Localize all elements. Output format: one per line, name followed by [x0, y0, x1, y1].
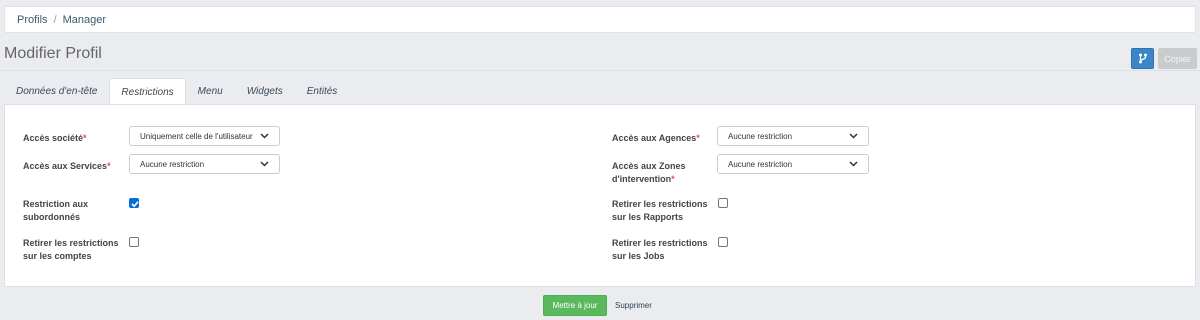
tab-entites[interactable]: Entités: [295, 78, 350, 104]
required-marker: *: [83, 133, 87, 143]
tab-widgets[interactable]: Widgets: [235, 78, 295, 104]
chevron-down-icon: [260, 133, 269, 139]
retirer-rapports-label: Retirer les restrictions sur les Rapport…: [612, 199, 708, 222]
acces-societe-select[interactable]: Uniquement celle de l'utilisateur: [129, 126, 280, 146]
breadcrumb: Profils / Manager: [4, 6, 1196, 33]
acces-zones-select[interactable]: Aucune restriction: [717, 154, 869, 174]
tab-restrictions[interactable]: Restrictions: [109, 78, 186, 105]
acces-agences-value: Aucune restriction: [728, 131, 793, 141]
check-icon: [131, 201, 139, 208]
retirer-jobs-label: Retirer les restrictions sur les Jobs: [612, 238, 708, 261]
breadcrumb-item-profils[interactable]: Profils: [17, 14, 48, 26]
required-marker: *: [696, 133, 700, 143]
acces-services-label: Accès aux Services*: [23, 161, 111, 171]
acces-societe-label: Accès société*: [23, 133, 87, 143]
chevron-down-icon: [849, 133, 858, 139]
tab-bar: Données d'en-tête Restrictions Menu Widg…: [4, 78, 350, 105]
acces-agences-select[interactable]: Aucune restriction: [717, 126, 869, 146]
title-divider: [0, 70, 1200, 71]
acces-services-value: Aucune restriction: [140, 159, 205, 169]
acces-societe-value: Uniquement celle de l'utilisateur: [140, 131, 253, 141]
retirer-jobs-checkbox[interactable]: [718, 237, 728, 247]
branch-button[interactable]: [1131, 48, 1154, 69]
branch-icon: [1138, 53, 1147, 64]
breadcrumb-item-manager: Manager: [62, 13, 107, 26]
chevron-down-icon: [260, 161, 269, 167]
copy-button[interactable]: Copier: [1158, 48, 1197, 69]
restriction-subordonnes-checkbox[interactable]: [129, 198, 139, 208]
update-button[interactable]: Mettre à jour: [543, 295, 607, 316]
acces-services-select[interactable]: Aucune restriction: [129, 154, 280, 174]
acces-zones-label: Accès aux Zones d'intervention*: [612, 161, 686, 184]
retirer-rapports-checkbox[interactable]: [718, 198, 728, 208]
required-marker: *: [671, 174, 675, 184]
page-title: Modifier Profil: [4, 45, 102, 62]
retirer-comptes-label: Retirer les restrictions sur les comptes: [23, 238, 119, 261]
retirer-comptes-checkbox[interactable]: [129, 237, 139, 247]
delete-button[interactable]: Supprimer: [615, 295, 652, 316]
breadcrumb-separator: /: [53, 13, 57, 26]
required-marker: *: [107, 161, 111, 171]
acces-zones-value: Aucune restriction: [728, 159, 793, 169]
acces-agences-label: Accès aux Agences*: [612, 133, 700, 143]
tab-menu[interactable]: Menu: [186, 78, 235, 104]
tab-donnees-en-tete[interactable]: Données d'en-tête: [4, 78, 109, 104]
restriction-subordonnes-label: Restriction aux subordonnés: [23, 199, 89, 222]
restrictions-panel: Accès société* Uniquement celle de l'uti…: [4, 104, 1196, 287]
chevron-down-icon: [849, 161, 858, 167]
